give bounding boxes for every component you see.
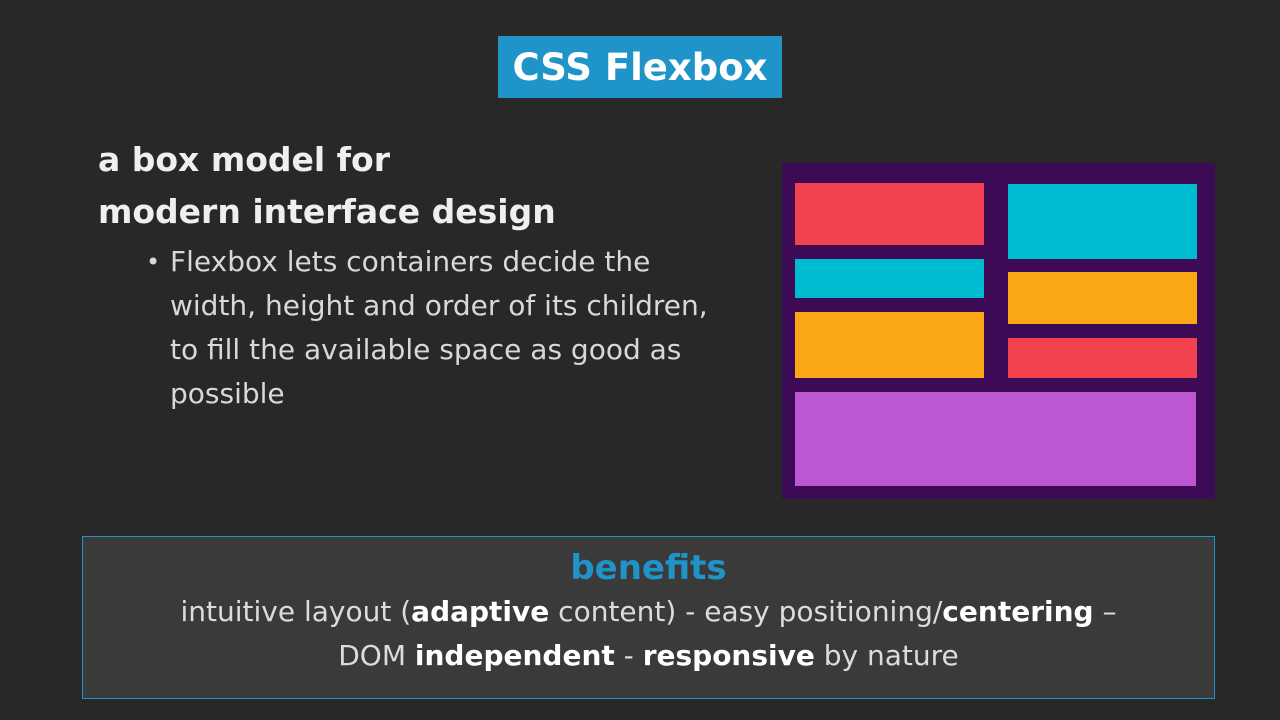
benefits-line-2: DOM independent - responsive by nature xyxy=(83,634,1214,678)
flex-block-orange-left xyxy=(795,312,984,378)
subtitle-line-1: a box model for xyxy=(98,140,390,179)
flex-block-purple-bottom xyxy=(795,392,1196,486)
title-banner: CSS Flexbox xyxy=(498,36,782,98)
subtitle-line-2: modern interface design xyxy=(98,192,556,231)
subtitle-heading: a box model for modern interface design xyxy=(98,134,738,238)
bullet-text: Flexbox lets containers decide the width… xyxy=(170,245,708,410)
text-segment-0: intuitive layout ( xyxy=(180,595,412,628)
text-segment-2: content) - easy positioning/ xyxy=(549,595,943,628)
flex-block-orange-right xyxy=(1008,272,1197,324)
text-segment-2: - xyxy=(614,639,643,672)
keyword-3: responsive xyxy=(642,639,815,672)
keyword-3: centering xyxy=(942,595,1094,628)
flex-block-red-right xyxy=(1008,338,1197,378)
bullet-item: • Flexbox lets containers decide the wid… xyxy=(146,240,746,416)
benefits-title: benefits xyxy=(570,548,727,588)
bullet-marker: • xyxy=(146,248,161,276)
keyword-1: independent xyxy=(414,639,615,672)
page-title: CSS Flexbox xyxy=(512,45,768,89)
text-segment-4: by nature xyxy=(814,639,959,672)
benefits-line-1: intuitive layout (adaptive content) - ea… xyxy=(83,590,1214,634)
benefits-panel: benefits intuitive layout (adaptive cont… xyxy=(82,536,1215,699)
text-segment-4: – xyxy=(1093,595,1117,628)
flexbox-illustration xyxy=(782,163,1215,499)
flex-block-cyan-left xyxy=(795,259,984,298)
text-segment-0: DOM xyxy=(338,639,415,672)
flex-block-red-top-left xyxy=(795,183,984,245)
flex-block-cyan-top-right xyxy=(1008,184,1197,259)
keyword-1: adaptive xyxy=(411,595,550,628)
